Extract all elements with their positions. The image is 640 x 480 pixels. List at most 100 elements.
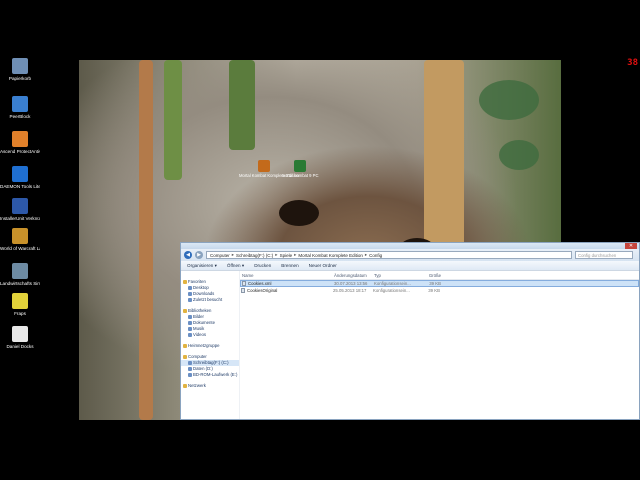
desktop-icon[interactable]: PeerBlock: [0, 96, 40, 119]
nav-item[interactable]: Zuletzt besucht: [181, 297, 239, 303]
mortal-kombat-icon: [258, 160, 270, 172]
nav-item[interactable]: BD-ROM-Laufwerk (E:): [181, 372, 239, 378]
search-input[interactable]: Config durchsuchen: [575, 251, 633, 259]
file-size: 39 KB: [429, 281, 441, 286]
drive-icon: [188, 327, 192, 331]
desktop-icon[interactable]: Daniel Docks: [0, 326, 40, 349]
nav-head-label: Computer: [188, 354, 207, 359]
desktop-icon[interactable]: Ascend ProtectAntivirus: [0, 131, 40, 154]
breadcrumb-separator-icon[interactable]: ▸: [365, 252, 367, 258]
nav-head-label: Netzwerk: [188, 383, 206, 388]
nav-item-label: Schreibtag(F:) (C:): [193, 360, 229, 365]
column-type[interactable]: Typ: [374, 273, 417, 278]
nav-group-homegroup: Heimnetzgruppe: [181, 343, 239, 349]
back-arrow-icon[interactable]: ◀: [184, 251, 192, 259]
nav-head-label: Favoriten: [188, 279, 206, 284]
file-list: Name Änderungsdatum Typ Größe Cookies.xm…: [239, 271, 639, 419]
nav-item-label: Daten (D:): [193, 366, 213, 371]
drive-icon: [188, 292, 192, 296]
app-icon: [12, 58, 28, 74]
desktop-icon-label: PeerBlock: [9, 114, 31, 119]
desktop-icon[interactable]: Papierkorb: [0, 58, 40, 81]
window-titlebar[interactable]: ✕: [181, 243, 639, 249]
desktop-icon-label: Daniel Docks: [6, 344, 34, 349]
nav-item-label: Zuletzt besucht: [193, 297, 223, 302]
breadcrumb-item[interactable]: Computer: [210, 253, 230, 258]
wallpaper-leaf: [499, 140, 539, 170]
wallpaper-stem: [164, 60, 182, 180]
drive-icon: [188, 333, 192, 337]
nav-group-favorites: Favoriten Desktop Downloads Zuletzt besucht: [181, 279, 239, 303]
red-overlay-text: 38: [627, 58, 638, 68]
folder-icon: [183, 309, 187, 313]
folder-icon: [183, 280, 187, 284]
toolbar-button[interactable]: Drucken: [254, 263, 271, 268]
file-date: 30.07.2013 13:56: [334, 281, 368, 286]
wallpaper-stem: [229, 60, 255, 150]
wallpaper-eye: [279, 200, 319, 226]
file-row[interactable]: Cookies.xml 30.07.2013 13:56 Konfiguration…: [240, 280, 639, 287]
file-size: 39 KB: [428, 288, 440, 293]
toolbar-button[interactable]: Öffnen ▾: [227, 263, 244, 269]
command-toolbar: Organisieren ▾ Öffnen ▾ Drucken Brennen Neue…: [181, 261, 639, 271]
nav-head-homegroup[interactable]: Heimnetzgruppe: [181, 343, 239, 349]
address-row: ◀ ▶ Computer ▸ Schreibtag(F:) (C:) ▸ Spiele ▸…: [181, 249, 639, 261]
column-date[interactable]: Änderungsdatum: [334, 273, 374, 278]
nav-item-label: BD-ROM-Laufwerk (E:): [193, 372, 238, 377]
desktop-icon[interactable]: DAEMON Tools Lite: [0, 166, 40, 189]
file-name: Cookies.xml: [248, 281, 272, 286]
nav-item-label: Desktop: [193, 285, 209, 290]
breadcrumb-separator-icon[interactable]: ▸: [232, 252, 234, 258]
nav-item[interactable]: Videos: [181, 332, 239, 338]
address-bar[interactable]: Computer ▸ Schreibtag(F:) (C:) ▸ Spiele ▸ Mort…: [206, 251, 572, 259]
explorer-window[interactable]: ✕ ◀ ▶ Computer ▸ Schreibtag(F:) (C:) ▸ Spiel…: [180, 242, 640, 420]
file-rows: Cookies.xml 30.07.2013 13:56 Konfiguration…: [240, 280, 639, 294]
column-headers: Name Änderungsdatum Typ Größe: [240, 271, 639, 280]
breadcrumb-separator-icon[interactable]: ▸: [275, 252, 277, 258]
nav-item-label: Videos: [193, 332, 207, 337]
app-icon: [12, 166, 28, 182]
nav-item-label: Bilder: [193, 314, 204, 319]
navigation-pane: Favoriten Desktop Downloads Zuletzt besucht…: [181, 271, 239, 419]
drive-icon: [188, 321, 192, 325]
desktop-icon-label: World of Warcraft Launcher - Verk...: [0, 246, 40, 251]
breadcrumb-separator-icon[interactable]: ▸: [294, 252, 296, 258]
app-icon: [12, 293, 28, 309]
file-row[interactable]: CookiesOriginal 25.05.2013 18:17 Konfigura…: [240, 287, 639, 294]
desktop-icon[interactable]: InstallerUnit Verknüpfung: [0, 198, 40, 221]
desktop-icon-label: Papierkorb: [8, 76, 32, 81]
desktop-icon-mk9-pc[interactable]: mortal kombat 9 PC: [275, 160, 325, 178]
desktop-icon[interactable]: Fraps: [0, 293, 40, 316]
column-size[interactable]: Größe: [417, 273, 441, 278]
file-name: CookiesOriginal: [247, 288, 278, 293]
app-icon: [12, 326, 28, 342]
desktop-icon[interactable]: World of Warcraft Launcher - Verk...: [0, 228, 40, 251]
breadcrumb-item[interactable]: Config: [369, 253, 382, 258]
file-type: Konfigurationsein...: [373, 288, 410, 293]
drive-icon: [188, 373, 192, 377]
breadcrumb-item[interactable]: Spiele: [280, 253, 293, 258]
app-icon: [12, 131, 28, 147]
file-date: 25.05.2013 18:17: [333, 288, 367, 293]
config-file-icon: [242, 281, 246, 286]
desktop-icon[interactable]: Landwirtschafts Simulator 2011: [0, 263, 40, 286]
forward-arrow-icon[interactable]: ▶: [195, 251, 203, 259]
toolbar-button[interactable]: Organisieren ▾: [187, 263, 217, 269]
wallpaper-branch: [139, 60, 153, 420]
toolbar-button[interactable]: Neuer Ordner: [309, 263, 337, 268]
close-icon[interactable]: ✕: [625, 243, 637, 249]
breadcrumb-item[interactable]: Mortal Kombat Komplete Edition: [298, 253, 363, 258]
breadcrumb-item[interactable]: Schreibtag(F:) (C:): [236, 253, 273, 258]
nav-head-network[interactable]: Netzwerk: [181, 383, 239, 389]
drive-icon: [188, 315, 192, 319]
drive-icon: [188, 367, 192, 371]
column-name[interactable]: Name: [240, 273, 334, 278]
nav-item-label: Musik: [193, 326, 205, 331]
app-icon: [12, 228, 28, 244]
nav-head-label: Heimnetzgruppe: [188, 343, 220, 348]
config-file-icon: [241, 288, 245, 293]
desktop-icon-label: Ascend ProtectAntivirus: [0, 149, 40, 154]
toolbar-button[interactable]: Brennen: [281, 263, 298, 268]
app-icon: [12, 263, 28, 279]
explorer-content: Favoriten Desktop Downloads Zuletzt besucht…: [181, 271, 639, 419]
